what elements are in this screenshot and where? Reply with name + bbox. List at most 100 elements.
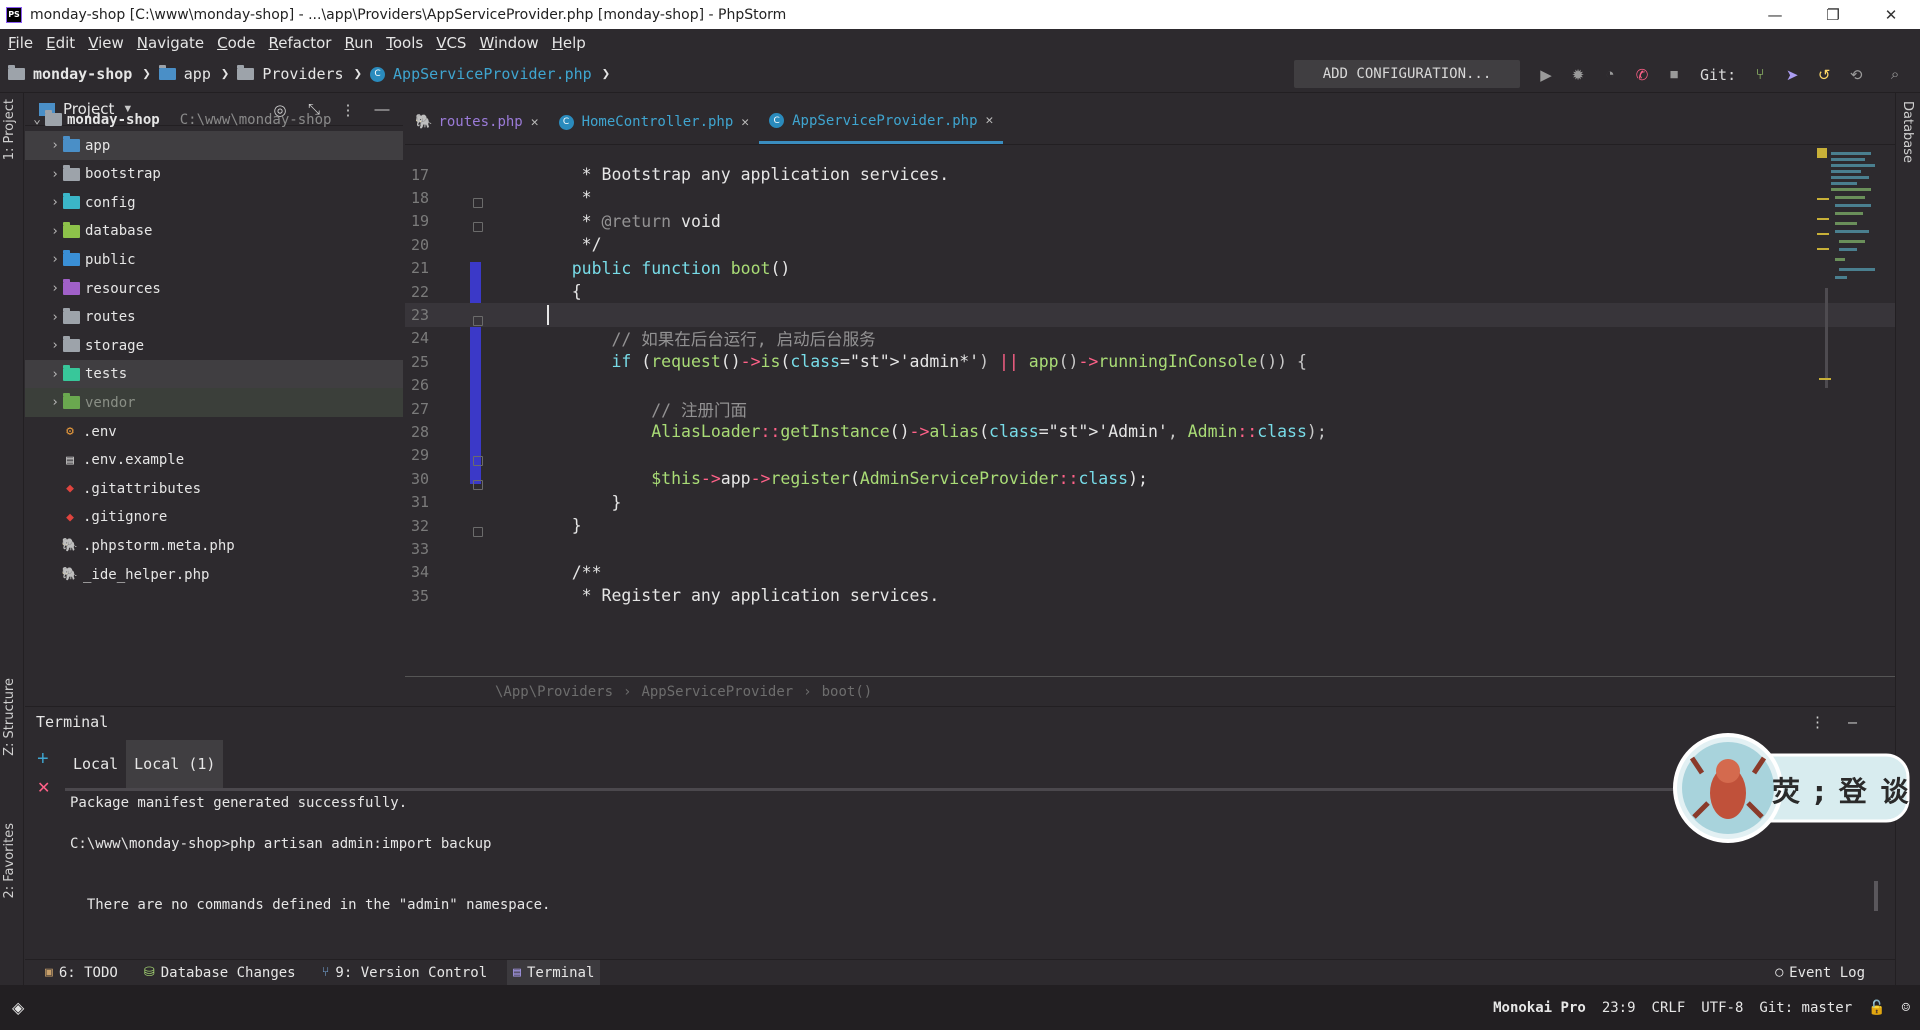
listen-debug-icon[interactable]: ✆ — [1633, 66, 1651, 84]
chevron-right-icon[interactable]: › — [47, 281, 63, 296]
tree-item-database[interactable]: › database — [25, 217, 403, 246]
close-icon[interactable]: ✕ — [531, 115, 539, 130]
menu-run[interactable]: Run — [344, 34, 373, 52]
code-line[interactable]: 19 * @return void — [405, 209, 1895, 233]
tree-item-env-example[interactable]: ▤ .env.example — [25, 446, 403, 475]
chevron-right-icon[interactable]: › — [47, 395, 63, 410]
tab-app-service-provider[interactable]: C AppServiceProvider.php ✕ — [759, 100, 1004, 144]
close-icon[interactable]: ✕ — [741, 115, 749, 130]
nav-crumb-project[interactable]: monday-shop ❯ — [8, 65, 159, 83]
tree-item-bootstrap[interactable]: › bootstrap — [25, 160, 403, 189]
git-history-icon[interactable]: ↺ — [1815, 66, 1833, 84]
chevron-right-icon[interactable]: › — [47, 252, 63, 267]
close-button[interactable]: ✕ — [1862, 0, 1920, 29]
fold-marker-icon[interactable] — [473, 480, 483, 490]
chevron-right-icon[interactable]: › — [47, 224, 63, 239]
terminal-tab-local-1[interactable]: Local (1) — [126, 740, 224, 788]
menu-edit[interactable]: Edit — [46, 34, 75, 52]
menu-code[interactable]: Code — [217, 34, 255, 52]
fold-marker-icon[interactable] — [473, 527, 483, 537]
tree-item-vendor[interactable]: › vendor — [25, 388, 403, 418]
code-line[interactable]: 34 /** — [405, 560, 1895, 584]
menu-view[interactable]: View — [88, 34, 124, 52]
todo-tool-button[interactable]: ▣ 6: TODO — [39, 960, 124, 986]
favorites-tool-tab[interactable]: 2: Favorites — [2, 823, 17, 899]
fold-marker-icon[interactable] — [473, 222, 483, 232]
tab-routes[interactable]: 🐘 routes.php ✕ — [405, 100, 549, 144]
chevron-right-icon[interactable]: › — [47, 338, 63, 353]
menu-help[interactable]: Help — [552, 34, 586, 52]
code-line[interactable]: 25 if (request()->is(class="st">'admin*'… — [405, 350, 1895, 374]
fold-marker-icon[interactable] — [473, 198, 483, 208]
menu-refactor[interactable]: Refactor — [269, 34, 332, 52]
breadcrumb-class[interactable]: AppServiceProvider — [641, 684, 793, 700]
menu-window[interactable]: Window — [479, 34, 538, 52]
terminal-tool-button[interactable]: ▤ Terminal — [507, 959, 601, 986]
nav-crumb-providers[interactable]: Providers ❯ — [237, 65, 370, 83]
tab-home-controller[interactable]: C HomeController.php ✕ — [549, 100, 760, 144]
code-line[interactable]: 24 // 如果在后台运行, 启动后台服务 — [405, 326, 1895, 350]
hide-icon[interactable]: — — [1848, 713, 1857, 731]
code-line[interactable]: 35 * Register any application services. — [405, 584, 1895, 608]
nav-crumb-app[interactable]: app ❯ — [158, 65, 238, 83]
inspector-icon[interactable]: ☺ — [1902, 1000, 1910, 1016]
tree-item-ide-helper-php[interactable]: 🐘 _ide_helper.php — [25, 560, 403, 589]
version-control-tool-button[interactable]: ⑂ 9: Version Control — [316, 960, 494, 986]
new-session-icon[interactable]: + — [37, 748, 49, 771]
code-line[interactable]: 33 — [405, 537, 1895, 561]
tree-item-resources[interactable]: › resources — [25, 274, 403, 303]
chevron-right-icon[interactable]: › — [47, 138, 63, 153]
tree-item-gitignore[interactable]: ◆ .gitignore — [25, 503, 403, 532]
database-changes-tool-button[interactable]: ⛁ Database Changes — [138, 960, 302, 986]
fold-marker-icon[interactable] — [473, 316, 483, 326]
tree-item-tests[interactable]: › tests — [25, 359, 403, 389]
close-icon[interactable]: ✕ — [986, 113, 994, 128]
database-tool-tab[interactable]: Database — [1900, 101, 1915, 163]
stop-icon[interactable]: ■ — [1665, 66, 1683, 84]
chevron-right-icon[interactable]: › — [47, 167, 63, 182]
tree-item-phpstorm-meta-php[interactable]: 🐘 .phpstorm.meta.php — [25, 531, 403, 560]
tree-item-env[interactable]: ⚙ .env — [25, 417, 403, 446]
menu-tools[interactable]: Tools — [386, 34, 423, 52]
structure-tool-tab[interactable]: Z: Structure — [2, 678, 17, 756]
code-line[interactable]: 21 public function boot() — [405, 256, 1895, 280]
close-session-icon[interactable]: ✕ — [37, 778, 50, 798]
code-line[interactable]: 23 — [405, 302, 1895, 327]
debug-icon[interactable]: ✹ — [1569, 66, 1587, 84]
add-configuration-button[interactable]: ADD CONFIGURATION... — [1294, 60, 1520, 88]
fold-marker-icon[interactable] — [473, 456, 483, 466]
chevron-right-icon[interactable]: › — [47, 195, 63, 210]
menu-vcs[interactable]: VCS — [436, 34, 466, 52]
nav-crumb-file[interactable]: C AppServiceProvider.php ❯ — [370, 65, 618, 83]
menu-navigate[interactable]: Navigate — [137, 34, 204, 52]
coverage-icon[interactable]: ◔ — [1601, 66, 1619, 84]
run-icon[interactable]: ▶ — [1537, 66, 1555, 84]
code-line[interactable]: 22 { — [405, 280, 1895, 304]
terminal-output[interactable]: Package manifest generated successfully.… — [65, 788, 1880, 960]
git-branch[interactable]: Git: master — [1759, 1000, 1852, 1016]
tree-item-app[interactable]: › app — [25, 131, 403, 160]
code-line[interactable]: 31 } — [405, 490, 1895, 514]
code-line[interactable]: 27 // 注册门面 — [405, 397, 1895, 421]
breadcrumb-namespace[interactable]: \App\Providers — [495, 684, 613, 700]
code-line[interactable]: 18 * — [405, 186, 1895, 210]
search-icon[interactable]: ⌕ — [1886, 66, 1904, 84]
code-line[interactable]: 32 } — [405, 514, 1895, 538]
terminal-tab-local[interactable]: Local — [65, 740, 126, 788]
code-line[interactable]: 30 $this->app->register(AdminServiceProv… — [405, 467, 1895, 491]
line-separator[interactable]: CRLF — [1652, 1000, 1686, 1016]
options-icon[interactable]: ⋮ — [1810, 713, 1825, 731]
tree-item-public[interactable]: › public — [25, 245, 403, 274]
chevron-down-icon[interactable]: ⌄ — [29, 112, 45, 127]
code-line[interactable]: 28 AliasLoader::getInstance()->alias(cla… — [405, 420, 1895, 444]
code-line[interactable]: 17 * Bootstrap any application services. — [405, 163, 1895, 187]
breadcrumb-method[interactable]: boot() — [822, 684, 873, 700]
chevron-right-icon[interactable]: › — [47, 367, 63, 382]
code-editor[interactable]: 17 * Bootstrap any application services.… — [405, 146, 1895, 676]
caret-position[interactable]: 23:9 — [1602, 1000, 1636, 1016]
git-rollback-icon[interactable]: ⟲ — [1847, 66, 1865, 84]
restore-button[interactable]: ❐ — [1804, 0, 1862, 29]
file-encoding[interactable]: UTF-8 — [1701, 1000, 1743, 1016]
event-log-button[interactable]: ◯ Event Log — [1769, 960, 1871, 986]
project-tool-tab[interactable]: 1: Project — [2, 99, 17, 160]
